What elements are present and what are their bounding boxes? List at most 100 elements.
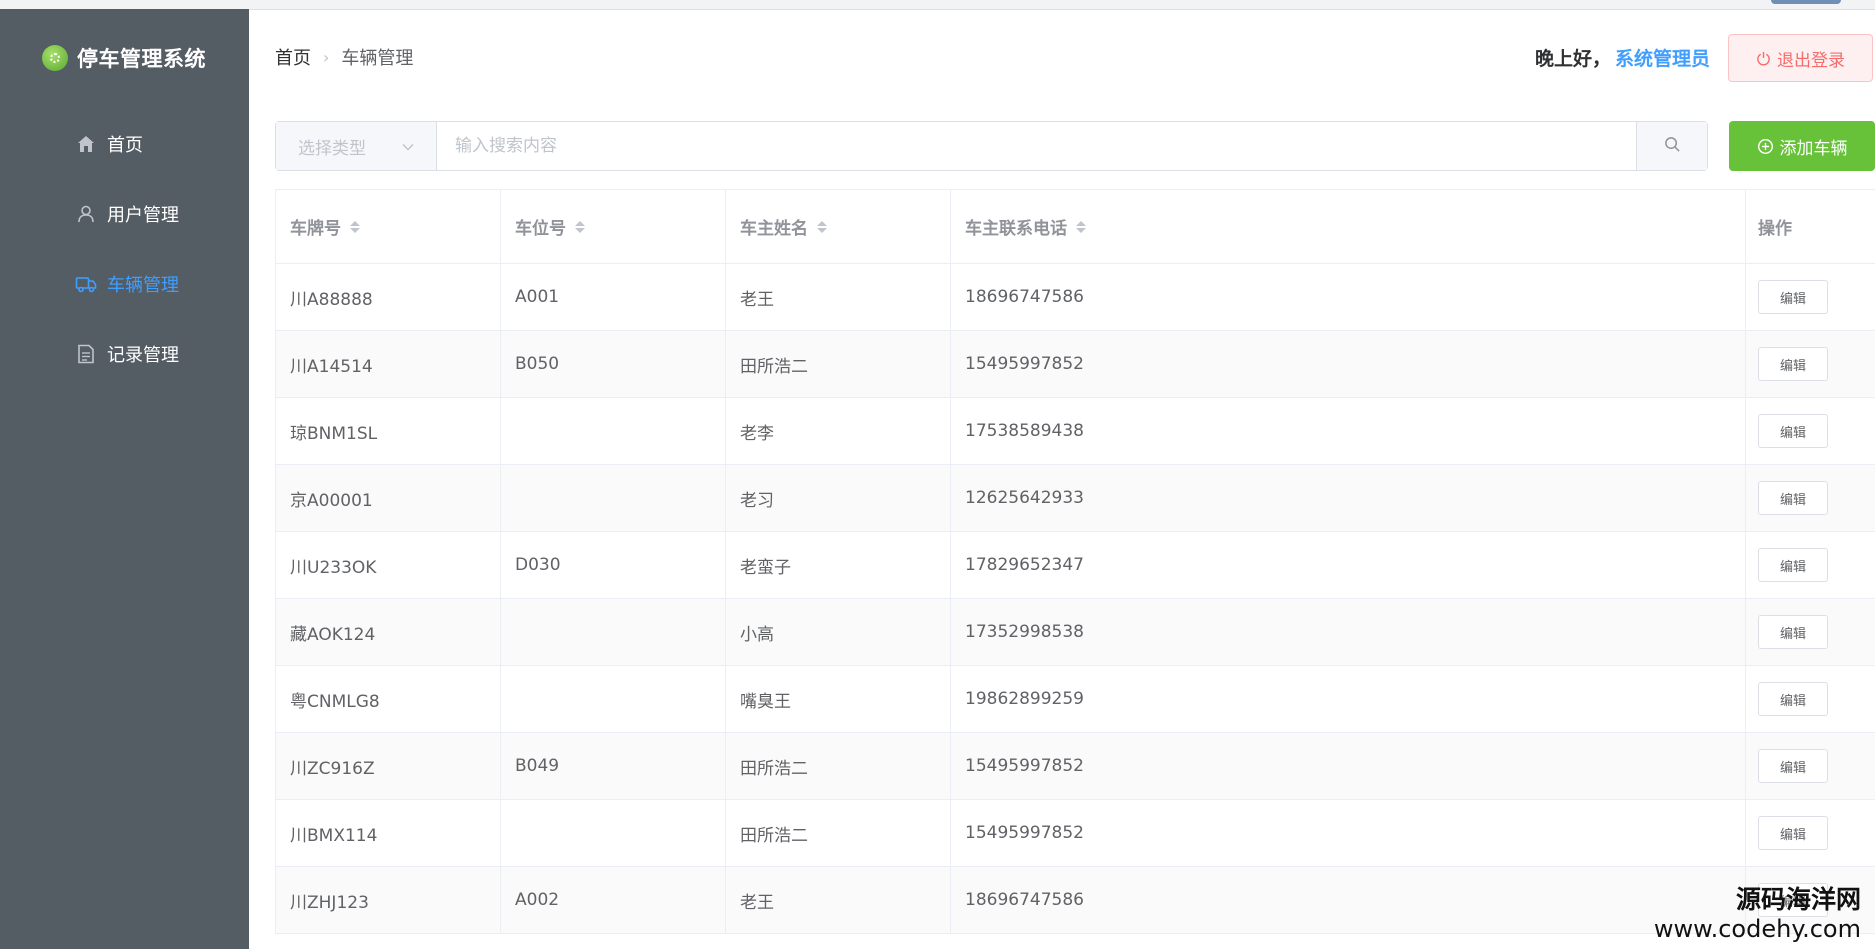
column-header-plate[interactable]: 车牌号 (276, 190, 501, 263)
watermark: 源码海洋网 www.codehy.com (1654, 885, 1861, 943)
column-header-actions: 操作 (1746, 190, 1875, 263)
edit-button[interactable]: 编辑 (1758, 481, 1828, 515)
edit-button[interactable]: 编辑 (1758, 280, 1828, 314)
cell-owner: 田所浩二 (726, 800, 951, 866)
cell-spot (501, 666, 726, 732)
cell-owner: 小高 (726, 599, 951, 665)
watermark-site-name: 源码海洋网 (1735, 885, 1861, 914)
breadcrumb-home[interactable]: 首页 (275, 44, 311, 70)
sidebar-item-label: 首页 (107, 135, 143, 156)
cell-spot (501, 398, 726, 464)
edit-button[interactable]: 编辑 (1758, 615, 1828, 649)
cell-actions: 编辑 (1746, 398, 1875, 464)
table-row: 琼BNM1SL 老李 17538589438 编辑 (276, 398, 1875, 465)
cell-phone: 15495997852 (951, 733, 1746, 799)
sort-icon[interactable] (575, 220, 585, 233)
cell-phone: 17538589438 (951, 398, 1746, 464)
sidebar-item-label: 记录管理 (107, 345, 179, 366)
cell-owner: 田所浩二 (726, 331, 951, 397)
cell-plate: 藏AOK124 (276, 599, 501, 665)
edit-button[interactable]: 编辑 (1758, 749, 1828, 783)
logout-label: 退出登录 (1777, 50, 1845, 71)
sidebar-item-label: 用户管理 (107, 205, 179, 226)
username: 系统管理员 (1614, 48, 1710, 70)
user-icon (75, 203, 97, 225)
sort-icon[interactable] (350, 220, 360, 233)
cell-actions: 编辑 (1746, 733, 1875, 799)
add-vehicle-label: 添加车辆 (1779, 138, 1848, 159)
search-input[interactable] (437, 122, 1636, 170)
column-header-spot[interactable]: 车位号 (501, 190, 726, 263)
cell-owner: 嘴臭王 (726, 666, 951, 732)
cell-actions: 编辑 (1746, 666, 1875, 732)
edit-button[interactable]: 编辑 (1758, 347, 1828, 381)
cell-plate: 川U233OK (276, 532, 501, 598)
cell-actions: 编辑 (1746, 264, 1875, 330)
column-label: 车主联系电话 (965, 219, 1067, 239)
cell-owner: 田所浩二 (726, 733, 951, 799)
cell-spot (501, 599, 726, 665)
cell-plate: 京A00001 (276, 465, 501, 531)
search-icon (1664, 136, 1681, 157)
add-vehicle-button[interactable]: 添加车辆 (1729, 121, 1875, 171)
table-row: 川U233OK D030 老蛮子 17829652347 编辑 (276, 532, 1875, 599)
chevron-down-icon (402, 136, 414, 156)
cell-plate: 川A88888 (276, 264, 501, 330)
sidebar-item-users[interactable]: 用户管理 (0, 179, 249, 249)
breadcrumb-current: 车辆管理 (341, 48, 414, 69)
search-button[interactable] (1636, 122, 1707, 170)
edit-button[interactable]: 编辑 (1758, 548, 1828, 582)
cell-actions: 编辑 (1746, 465, 1875, 531)
truck-icon (75, 273, 97, 295)
cell-spot: D030 (501, 532, 726, 598)
column-header-owner[interactable]: 车主姓名 (726, 190, 951, 263)
column-label: 车位号 (515, 219, 566, 239)
cell-spot: B049 (501, 733, 726, 799)
plus-circle-icon (1757, 138, 1774, 155)
sidebar-item-vehicles[interactable]: 车辆管理 (0, 249, 249, 319)
power-icon (1756, 51, 1771, 66)
column-label: 车牌号 (290, 219, 341, 239)
brand: 停车管理系统 (42, 43, 206, 73)
sidebar-item-home[interactable]: 首页 (0, 109, 249, 179)
cell-owner: 老李 (726, 398, 951, 464)
sidebar-menu: 首页 用户管理 车辆管理 记录管理 (0, 109, 249, 389)
sort-icon[interactable] (817, 220, 827, 233)
cell-actions: 编辑 (1746, 331, 1875, 397)
cell-plate: 粤CNMLG8 (276, 666, 501, 732)
cell-phone: 19862899259 (951, 666, 1746, 732)
table-row: 粤CNMLG8 嘴臭王 19862899259 编辑 (276, 666, 1875, 733)
cell-plate: 川ZHJ123 (276, 867, 501, 933)
sidebar-item-records[interactable]: 记录管理 (0, 319, 249, 389)
cell-plate: 川A14514 (276, 331, 501, 397)
column-header-phone[interactable]: 车主联系电话 (951, 190, 1746, 263)
column-label: 车主姓名 (740, 219, 808, 239)
edit-button[interactable]: 编辑 (1758, 414, 1828, 448)
cell-spot (501, 800, 726, 866)
type-select[interactable]: 选择类型 (276, 122, 437, 170)
cell-spot (501, 465, 726, 531)
edit-button[interactable]: 编辑 (1758, 682, 1828, 716)
cell-actions: 编辑 (1746, 599, 1875, 665)
app-root: 停车管理系统 首页 用户管理 车辆管理 记录管理 首页 › 车辆管理 晚上好， … (0, 0, 1875, 949)
cell-owner: 老蛮子 (726, 532, 951, 598)
cell-phone: 12625642933 (951, 465, 1746, 531)
cell-spot: A002 (501, 867, 726, 933)
greeting-text: 晚上好， (1534, 48, 1611, 70)
logout-button[interactable]: 退出登录 (1728, 34, 1873, 82)
cell-plate: 川ZC916Z (276, 733, 501, 799)
cell-phone: 15495997852 (951, 800, 1746, 866)
browser-indicator (1771, 0, 1841, 4)
table-row: 川ZHJ123 A002 老王 18696747586 编辑 (276, 867, 1875, 934)
edit-button[interactable]: 编辑 (1758, 816, 1828, 850)
table-row: 京A00001 老习 12625642933 编辑 (276, 465, 1875, 532)
cell-spot: A001 (501, 264, 726, 330)
home-icon (75, 133, 97, 155)
browser-top-strip (0, 0, 1875, 10)
search-bar: 选择类型 (275, 121, 1708, 171)
sort-icon[interactable] (1076, 220, 1086, 233)
cell-plate: 川BMX114 (276, 800, 501, 866)
logo-icon (42, 45, 68, 71)
cell-phone: 17352998538 (951, 599, 1746, 665)
vehicle-table: 车牌号 车位号 车主姓名 车主联系电话 操作 川A88888 A001 老王 1… (275, 189, 1875, 934)
